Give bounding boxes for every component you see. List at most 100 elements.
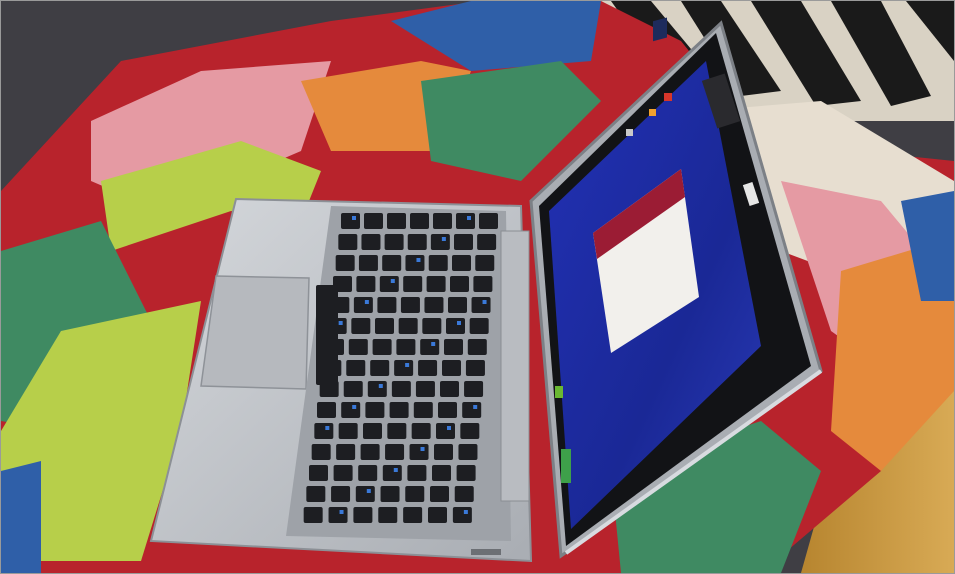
keycap [479, 213, 498, 229]
keycap [422, 318, 442, 334]
keycap [379, 276, 399, 292]
keycap [385, 444, 405, 460]
keycap [396, 339, 416, 355]
keycap [384, 234, 404, 250]
key-function-marking [339, 510, 344, 514]
key-function-marking [352, 405, 357, 409]
keycap [405, 255, 425, 271]
keycap [432, 465, 451, 481]
keycap [456, 213, 475, 229]
keycap [434, 444, 453, 460]
keycap [452, 507, 472, 523]
keycap [341, 213, 360, 229]
keycap [387, 213, 406, 229]
key-function-marking [482, 300, 487, 304]
keycap [473, 276, 493, 292]
keycap [403, 507, 423, 523]
keycap [331, 486, 351, 502]
key-function-marking [416, 258, 421, 262]
keycap [317, 402, 336, 418]
keycap [411, 423, 431, 439]
key-function-marking [352, 216, 356, 220]
keycap [365, 402, 385, 418]
keycap [389, 402, 409, 418]
start-tile-icon [555, 386, 563, 398]
keycap [335, 255, 355, 271]
keycap [475, 255, 495, 271]
keycap [361, 234, 381, 250]
keycap [452, 255, 471, 271]
keycap [377, 297, 397, 313]
keycap [382, 465, 402, 481]
keycap [424, 297, 444, 313]
keycap [436, 423, 455, 439]
keycap [418, 360, 438, 376]
keycap [444, 339, 463, 355]
keycap [328, 507, 348, 523]
keycap [471, 297, 491, 313]
keycap [372, 339, 392, 355]
keycap [440, 381, 459, 397]
space-bar-key [316, 285, 338, 385]
keycap [358, 465, 378, 481]
keycap [338, 234, 358, 250]
keycap [464, 381, 484, 397]
keycap [450, 276, 469, 292]
keycap [458, 444, 478, 460]
keycap [309, 465, 328, 481]
keycap [380, 486, 400, 502]
keycap [467, 339, 487, 355]
keycap [382, 255, 402, 271]
keycap [333, 465, 353, 481]
keycap [398, 318, 418, 334]
keycap [394, 360, 414, 376]
keycap [353, 507, 373, 523]
keycap [311, 444, 331, 460]
keycap [413, 402, 433, 418]
keycap [442, 360, 461, 376]
keycap [363, 423, 382, 439]
key-function-marking [467, 216, 471, 220]
keycap [336, 444, 356, 460]
keycap [403, 276, 423, 292]
key-function-marking [431, 342, 436, 346]
key-function-marking [473, 405, 478, 409]
key-function-marking [338, 321, 343, 325]
keycap [415, 381, 435, 397]
key-function-marking [441, 237, 446, 241]
keycap [430, 486, 449, 502]
keycap [454, 486, 474, 502]
keycap [462, 402, 482, 418]
keycap [400, 297, 420, 313]
photo-scene [1, 1, 954, 573]
keycap [346, 360, 366, 376]
key-function-marking [390, 279, 395, 283]
keycap [407, 465, 427, 481]
keycap [465, 360, 485, 376]
keycap [409, 444, 429, 460]
keycap [446, 318, 465, 334]
keycap [407, 234, 427, 250]
keycap [405, 486, 425, 502]
keycap [355, 486, 375, 502]
keycap [314, 423, 334, 439]
key-function-marking [447, 426, 451, 430]
keycap [448, 297, 467, 313]
keycap [420, 339, 440, 355]
keycap [410, 213, 429, 229]
keycap [387, 423, 407, 439]
keycap [433, 213, 452, 229]
keycap [391, 381, 411, 397]
keycap [375, 318, 394, 334]
keycap [367, 381, 387, 397]
keycap [426, 276, 446, 292]
keycap [428, 255, 448, 271]
key-function-marking [463, 510, 468, 514]
key-function-marking [420, 447, 425, 451]
keycap [469, 318, 489, 334]
keycap [303, 507, 323, 523]
keycap [348, 339, 368, 355]
keycap [430, 234, 450, 250]
photo-frame [0, 0, 955, 574]
key-function-marking [325, 426, 330, 430]
